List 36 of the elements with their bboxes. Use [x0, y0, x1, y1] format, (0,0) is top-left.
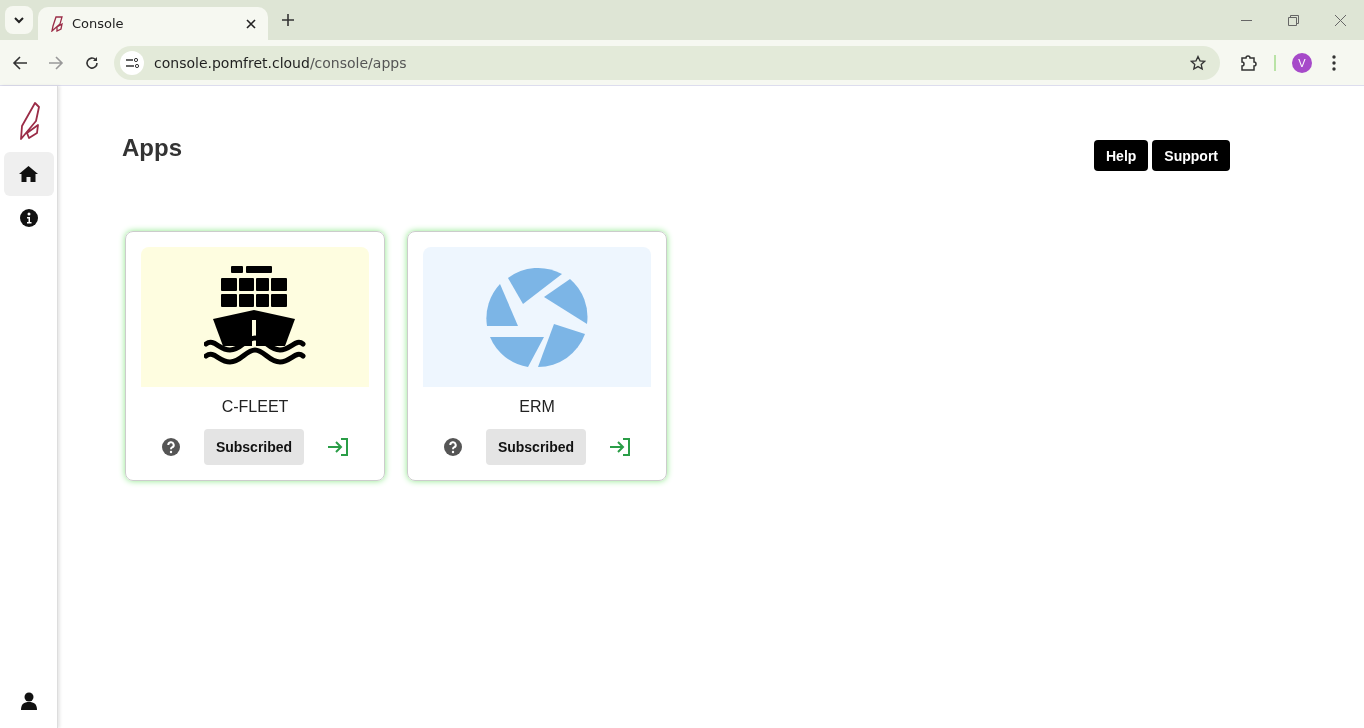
- home-icon: [19, 166, 38, 182]
- address-bar[interactable]: console.pomfret.cloud/console/apps: [114, 45, 1220, 80]
- header-button[interactable]: Help: [1094, 140, 1149, 171]
- app-tile[interactable]: [423, 247, 651, 387]
- page-title: Apps: [122, 134, 182, 163]
- nav-item[interactable]: [3, 152, 54, 196]
- subscribed-button[interactable]: Subscribed: [204, 429, 304, 465]
- profile-avatar[interactable]: V: [1292, 52, 1312, 73]
- sign-in-icon[interactable]: [328, 438, 348, 456]
- more-icon[interactable]: [1332, 54, 1336, 71]
- help-icon[interactable]: [444, 438, 462, 456]
- puzzle-icon[interactable]: [1240, 53, 1258, 72]
- forward-icon[interactable]: [48, 54, 64, 71]
- app-name: C-FLEET: [221, 398, 289, 416]
- header-button[interactable]: Support: [1152, 140, 1230, 171]
- new-tab-icon[interactable]: [282, 14, 294, 26]
- url-text: console.pomfret.cloud/console/apps: [154, 54, 407, 71]
- chevron-down-icon: [14, 16, 24, 24]
- user-icon[interactable]: [20, 692, 37, 710]
- tab-title: Console: [72, 16, 125, 31]
- app-tile[interactable]: [141, 247, 369, 387]
- sign-in-icon[interactable]: [610, 438, 630, 456]
- info-icon: [19, 209, 38, 227]
- close-icon[interactable]: [246, 18, 256, 29]
- browser-tab[interactable]: Console: [38, 7, 268, 40]
- aperture-icon: [486, 266, 588, 368]
- reload-icon[interactable]: [84, 54, 100, 71]
- help-icon[interactable]: [162, 438, 180, 456]
- site-settings-icon[interactable]: [120, 50, 144, 75]
- restore-icon[interactable]: [1288, 14, 1299, 26]
- subscribed-button[interactable]: Subscribed: [486, 429, 586, 465]
- app-name: ERM: [519, 398, 555, 416]
- logo-icon: [48, 15, 64, 32]
- tab-search-button[interactable]: [5, 6, 33, 34]
- star-icon[interactable]: [1190, 54, 1206, 71]
- back-icon[interactable]: [12, 54, 28, 71]
